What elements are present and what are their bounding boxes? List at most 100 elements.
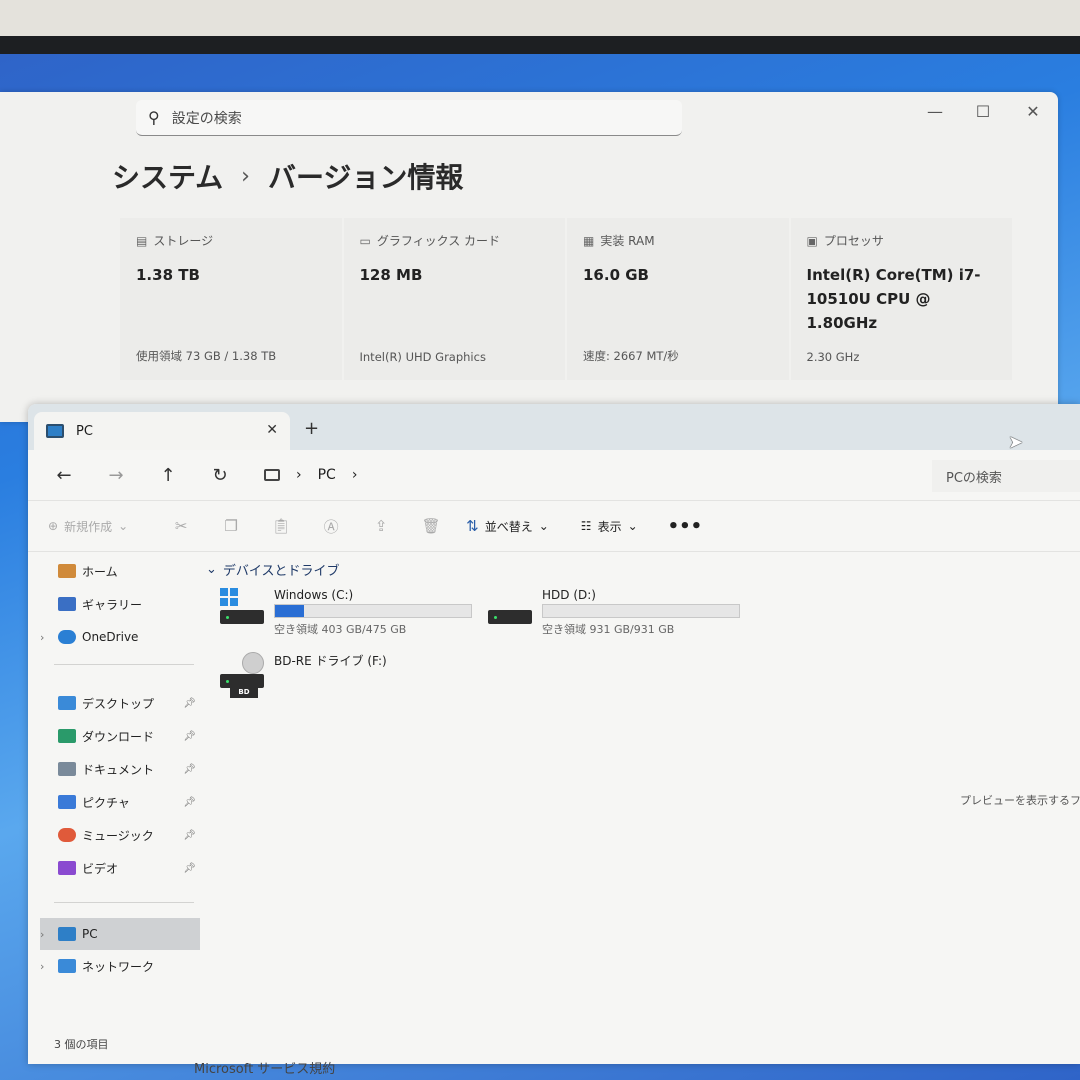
monitor-bezel-band (0, 36, 1080, 56)
settings-search-input[interactable]: ⚲ 設定の検索 (136, 100, 682, 136)
sidebar-item-desktop[interactable]: デスクトップ 📌︎ (40, 688, 200, 718)
up-button[interactable]: ↑ (150, 465, 186, 486)
pin-icon[interactable]: 📌︎ (183, 863, 196, 874)
pin-icon[interactable]: 📌︎ (183, 830, 196, 841)
minimize-button[interactable]: — (920, 102, 950, 121)
pc-icon (58, 927, 76, 941)
navigation-pane: ホーム ギャラリー › OneDrive デスクトップ 📌︎ ダウンロード 📌︎ (28, 554, 206, 1064)
monitor-bezel (0, 0, 1080, 40)
drive-f[interactable]: BD BD-RE ドライブ (F:) (220, 652, 387, 698)
divider (54, 664, 194, 665)
spec-sub: Intel(R) UHD Graphics (359, 350, 486, 364)
back-button[interactable]: ← (46, 465, 82, 486)
spec-label: プロセッサ (823, 234, 884, 248)
forward-button[interactable]: → (98, 465, 134, 486)
new-label: 新規作成 (64, 519, 113, 534)
drive-usage-bar (274, 604, 472, 618)
spec-sub: 2.30 GHz (806, 350, 860, 364)
mouse-cursor-icon: ➤ (1008, 432, 1024, 453)
sidebar-item-label: ビデオ (82, 861, 119, 876)
disc-icon (242, 652, 264, 674)
pin-icon[interactable]: 📌︎ (183, 731, 196, 742)
drive-d[interactable]: HDD (D:) 空き領域 931 GB/931 GB (488, 588, 740, 637)
drive-name: BD-RE ドライブ (F:) (274, 654, 387, 668)
command-bar: ⊕ 新規作成 ⌄ ✂ ❐ 📋︎ Ⓐ ⇪ 🗑︎ ⇅ 並べ替え ⌄ ☷ 表示 ⌄ ••• (28, 500, 1080, 552)
drive-free-space: 空き領域 403 GB/475 GB (274, 623, 407, 636)
windows-logo-icon (220, 588, 238, 606)
sidebar-item-pictures[interactable]: ピクチャ 📌︎ (40, 787, 200, 817)
pin-icon[interactable]: 📌︎ (183, 797, 196, 808)
paste-icon[interactable]: 📋︎ (256, 517, 306, 535)
sidebar-item-pc[interactable]: › PC (40, 918, 200, 950)
breadcrumb-parent[interactable]: システム (112, 156, 223, 196)
sidebar-item-gallery[interactable]: ギャラリー (40, 589, 200, 619)
sort-icon: ⇅ (466, 517, 479, 535)
breadcrumb[interactable]: › PC › (264, 467, 357, 483)
sidebar-item-downloads[interactable]: ダウンロード 📌︎ (40, 721, 200, 751)
maximize-button[interactable]: ☐ (968, 102, 998, 121)
spec-card-storage: ▤ ストレージ 1.38 TB 使用領域 73 GB / 1.38 TB (120, 218, 342, 380)
footer-link-peek: Microsoft サービス規約 (194, 1062, 336, 1077)
chevron-right-icon: › (351, 467, 358, 483)
new-tab-button[interactable]: + (304, 418, 319, 439)
tab-pc[interactable]: PC ✕ (34, 412, 290, 450)
tab-title: PC (76, 423, 93, 439)
delete-icon[interactable]: 🗑︎ (406, 517, 456, 535)
sidebar-item-network[interactable]: › ネットワーク (40, 951, 200, 981)
copy-icon[interactable]: ❐ (206, 517, 256, 535)
drive-c[interactable]: Windows (C:) 空き領域 403 GB/475 GB (220, 588, 472, 637)
page-title: システム › バージョン情報 (112, 156, 463, 196)
drive-usage-fill (275, 605, 305, 617)
sidebar-item-label: デスクトップ (82, 696, 155, 711)
spec-card-processor: ▣ プロセッサ Intel(R) Core(TM) i7-10510U CPU @… (790, 218, 1012, 380)
group-title: デバイスとドライブ (222, 564, 340, 579)
chevron-right-icon[interactable]: › (40, 631, 58, 644)
group-header-devices[interactable]: ⌄ デバイスとドライブ (206, 560, 340, 579)
graphics-card-icon: ▭ (359, 233, 371, 248)
pictures-icon (58, 795, 76, 809)
breadcrumb-pc[interactable]: PC (318, 467, 336, 483)
sidebar-item-home[interactable]: ホーム (40, 556, 200, 586)
drive-usage-bar (542, 604, 740, 618)
pin-icon[interactable]: 📌︎ (183, 764, 196, 775)
spec-label: ストレージ (153, 234, 214, 248)
sidebar-item-documents[interactable]: ドキュメント 📌︎ (40, 754, 200, 784)
breadcrumb-current: バージョン情報 (267, 161, 464, 194)
preview-pane-text: プレビューを表示するファイ (960, 794, 1080, 807)
explorer-search-input[interactable]: PCの検索 (932, 460, 1080, 492)
network-icon (58, 959, 76, 973)
desktop-icon (58, 696, 76, 710)
settings-window: ⚲ 設定の検索 — ☐ ✕ システム › バージョン情報 ▤ ストレージ 1.38… (0, 92, 1058, 422)
windows-drive-icon (220, 588, 266, 628)
chevron-right-icon[interactable]: › (40, 928, 58, 941)
tab-bar: PC ✕ + (28, 404, 1080, 450)
navigation-bar: ← → ↑ ↻ › PC › PCの検索 (28, 450, 1080, 500)
view-label: 表示 (597, 519, 622, 534)
content-area: ⌄ デバイスとドライブ Windows (C:) 空き領域 403 GB/475… (206, 554, 1080, 1044)
view-button[interactable]: ☷ 表示 ⌄ (581, 518, 638, 535)
share-icon[interactable]: ⇪ (356, 517, 406, 535)
spec-value: 128 MB (359, 266, 423, 284)
sidebar-item-videos[interactable]: ビデオ 📌︎ (40, 853, 200, 883)
sidebar-item-onedrive[interactable]: › OneDrive (40, 622, 200, 652)
chevron-down-icon: ⌄ (627, 519, 638, 533)
chevron-right-icon[interactable]: › (40, 960, 58, 973)
sidebar-item-label: PC (82, 927, 98, 941)
more-options-button[interactable]: ••• (668, 516, 703, 537)
spec-value: 16.0 GB (583, 266, 649, 284)
new-button[interactable]: ⊕ 新規作成 ⌄ (48, 518, 128, 535)
close-tab-icon[interactable]: ✕ (266, 422, 278, 438)
spec-value: Intel(R) Core(TM) i7-10510U CPU @ 1.80GH… (806, 266, 981, 332)
close-button[interactable]: ✕ (1018, 102, 1048, 121)
cut-icon[interactable]: ✂ (156, 517, 206, 535)
search-icon: ⚲ (148, 108, 160, 127)
refresh-button[interactable]: ↻ (202, 465, 238, 486)
divider (54, 902, 194, 903)
rename-icon[interactable]: Ⓐ (306, 516, 356, 537)
sort-button[interactable]: ⇅ 並べ替え ⌄ (466, 517, 549, 535)
sidebar-item-music[interactable]: ミュージック 📌︎ (40, 820, 200, 850)
gallery-icon (58, 597, 76, 611)
pin-icon[interactable]: 📌︎ (183, 698, 196, 709)
status-bar-count: 3 個の項目 (54, 1038, 109, 1051)
documents-icon (58, 762, 76, 776)
